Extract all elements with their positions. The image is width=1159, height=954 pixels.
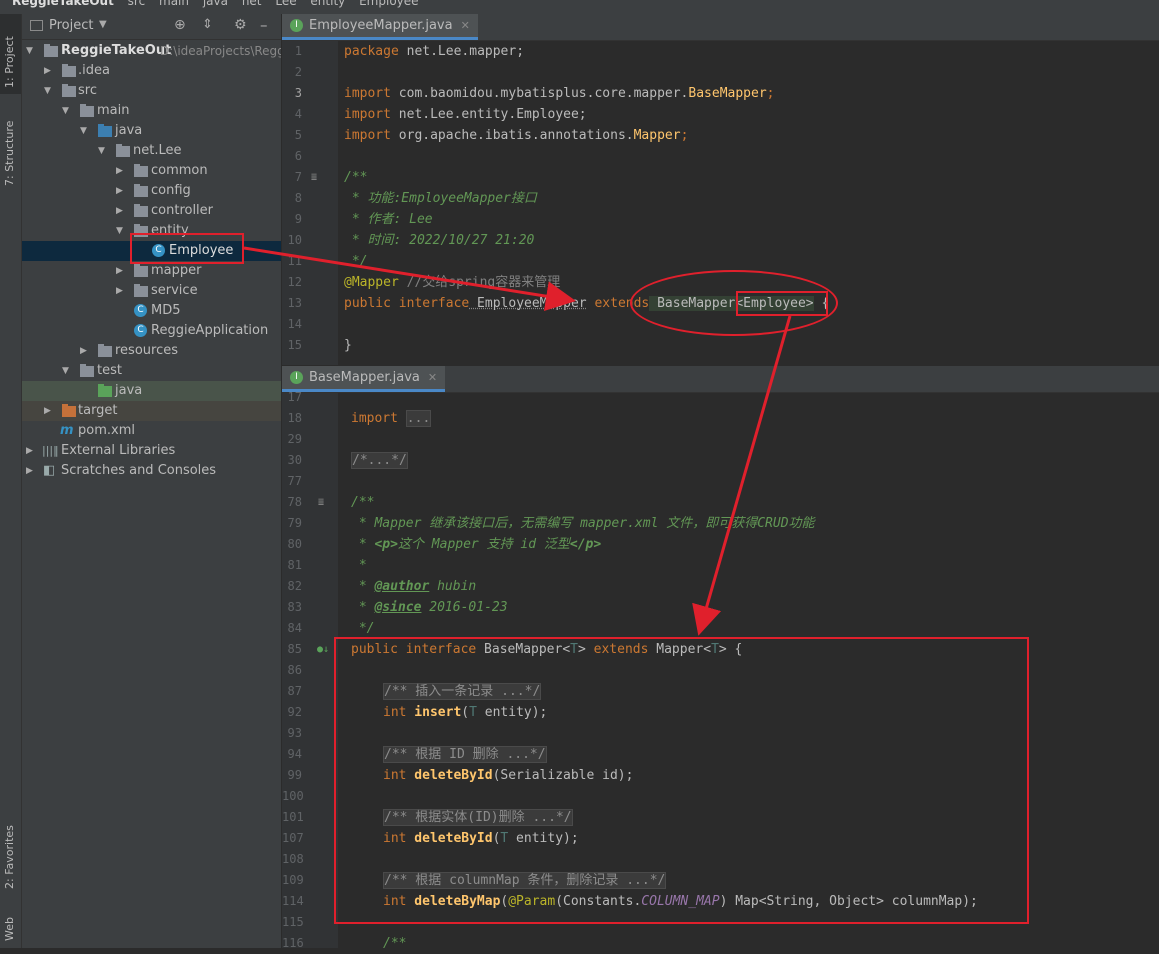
annotation-arrows [243, 246, 792, 636]
arrow-mapper-to-basemapper [692, 315, 792, 636]
arrow-employee-to-mapper [243, 246, 576, 312]
